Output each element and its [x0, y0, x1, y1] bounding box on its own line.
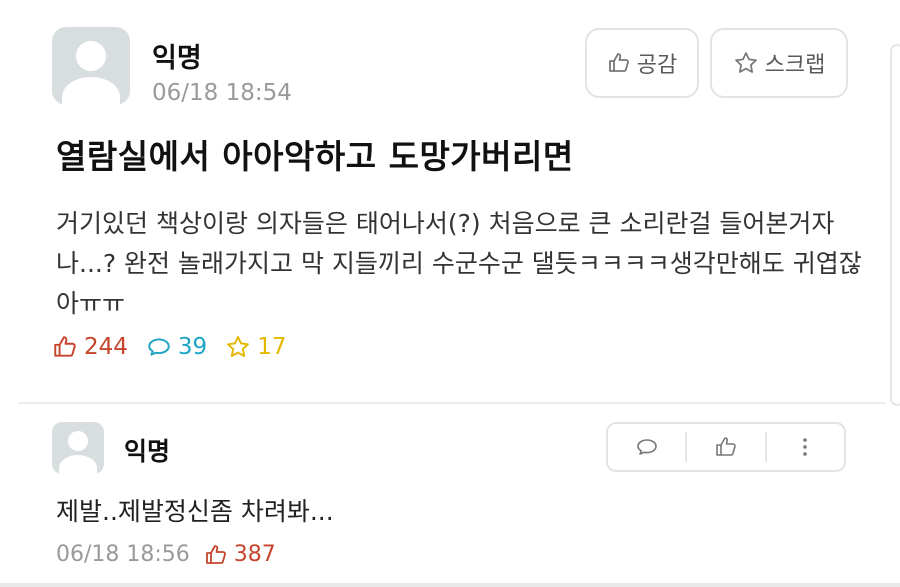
post-content: 거기있던 책상이랑 의자들은 태어나서(?) 처음으로 큰 소리란걸 들어본거자…	[56, 209, 862, 318]
post-stats: 244 39 17	[52, 334, 304, 360]
like-button-label: 공감	[636, 53, 678, 78]
comment-like-value: 387	[233, 542, 276, 567]
comment-actions	[606, 422, 846, 472]
more-vertical-icon	[803, 438, 808, 456]
thumbs-up-icon	[608, 53, 629, 72]
comment-time: 06/18 18:56	[56, 542, 190, 567]
reply-button[interactable]	[608, 424, 685, 470]
post-avatar	[52, 27, 130, 105]
like-count: 244	[52, 334, 128, 360]
thumbs-up-icon	[205, 544, 226, 564]
scrap-button[interactable]: 스크랩	[710, 28, 848, 98]
comment-count-value: 39	[177, 334, 208, 360]
comment-meta: 06/18 18:56 387	[56, 542, 276, 567]
thumbs-up-icon	[716, 437, 736, 456]
more-button[interactable]	[767, 424, 844, 470]
like-count-value: 244	[84, 334, 128, 360]
scrap-count: 17	[225, 334, 286, 360]
comment-avatar	[52, 422, 104, 474]
like-button[interactable]: 공감	[585, 28, 699, 98]
scrap-count-value: 17	[257, 334, 287, 360]
bottom-divider	[0, 583, 900, 587]
scrap-button-label: 스크랩	[764, 53, 826, 78]
comment-count: 39	[146, 334, 207, 360]
comment-like-count: 387	[204, 542, 276, 567]
star-icon	[227, 336, 250, 357]
thumbs-up-icon	[54, 336, 76, 357]
speech-bubble-icon	[636, 439, 657, 455]
scrollbar[interactable]	[890, 44, 900, 406]
comment-author: 익명	[124, 437, 171, 466]
comment-like-button[interactable]	[687, 424, 764, 470]
comment-content: 제발..제발정신좀 차려봐...	[56, 497, 334, 526]
star-icon	[734, 52, 757, 73]
post-time: 06/18 18:54	[152, 80, 292, 106]
post-title: 열람실에서 아아악하고 도망가버리면	[56, 137, 574, 176]
speech-bubble-icon	[148, 338, 170, 356]
divider	[18, 402, 886, 404]
post-author: 익명	[152, 43, 202, 74]
